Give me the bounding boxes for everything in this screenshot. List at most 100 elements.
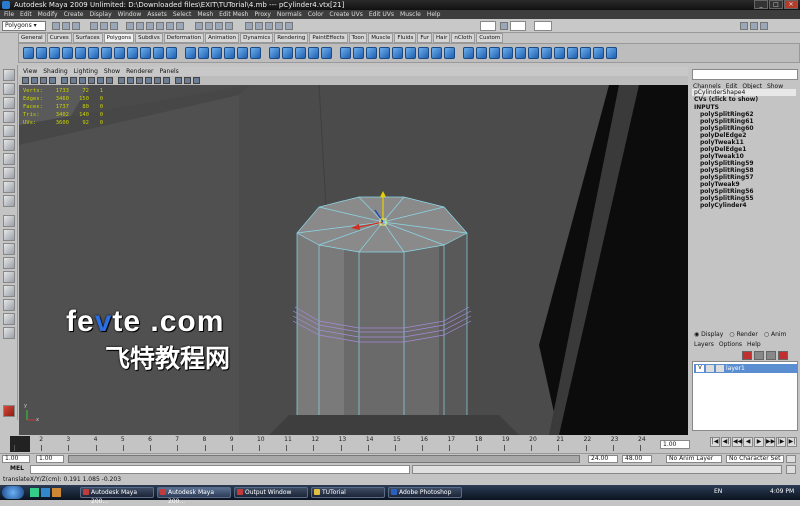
poly-cube-icon[interactable]	[36, 47, 47, 59]
subdivide-icon[interactable]	[580, 47, 591, 59]
checker-icon[interactable]	[528, 47, 539, 59]
poly-cone-icon[interactable]	[62, 47, 73, 59]
layout-persp-hypershade-icon[interactable]	[3, 285, 15, 297]
layer-menu-options[interactable]: Options	[719, 341, 742, 348]
shelf-tab-subdivs[interactable]: Subdivs	[135, 33, 163, 43]
layout-hypershade-icon[interactable]	[3, 271, 15, 283]
taskbar-button[interactable]: Adobe Photoshop	[388, 487, 462, 498]
resolution-gate-icon[interactable]	[79, 77, 86, 84]
snap-grid-icon[interactable]	[195, 22, 203, 30]
layout-persp-outliner-icon[interactable]	[3, 243, 15, 255]
shelf-tab-ncloth[interactable]: nCloth	[451, 33, 476, 43]
shelf-tab-hair[interactable]: Hair	[433, 33, 451, 43]
triangulate-icon[interactable]	[308, 47, 319, 59]
script-editor-icon[interactable]	[786, 465, 796, 474]
layout-four-view-icon[interactable]	[3, 229, 15, 241]
quicklaunch-icon[interactable]	[30, 488, 39, 497]
bookmark-icon[interactable]	[40, 77, 47, 84]
quicklaunch-icon-3[interactable]	[52, 488, 61, 497]
menu-modify[interactable]: Modify	[38, 10, 58, 19]
use-all-lights-icon[interactable]	[154, 77, 161, 84]
planar-mapping-icon[interactable]	[476, 47, 487, 59]
shelf-tab-custom[interactable]: Custom	[476, 33, 504, 43]
quicklaunch-icon-2[interactable]	[41, 488, 50, 497]
toggle-channel-box-icon[interactable]	[760, 22, 768, 30]
poly-sphere-icon[interactable]	[23, 47, 34, 59]
shelf-tab-rendering[interactable]: Rendering	[274, 33, 309, 43]
input-node[interactable]: polySplitRing55	[694, 195, 800, 202]
input-line-field[interactable]	[480, 21, 496, 31]
step-back-icon[interactable]: ◀|	[721, 437, 731, 447]
anim-layer-select[interactable]: No Anim Layer	[666, 455, 722, 463]
extrude-icon[interactable]	[392, 47, 403, 59]
mel-input[interactable]	[30, 465, 410, 474]
time-slider[interactable]: 1 2 3 4 5 6 7 8 9 10 11 12 13 14 15 16 17 18 19 20 21 22 23 24	[0, 435, 690, 454]
union-icon[interactable]	[224, 47, 235, 59]
playback-end-field[interactable]: 24.00	[588, 455, 618, 463]
select-tool-icon[interactable]	[3, 69, 15, 81]
cylindrical-mapping-icon[interactable]	[489, 47, 500, 59]
duplicate-face-icon[interactable]	[567, 47, 578, 59]
menu-edit-mesh[interactable]: Edit Mesh	[219, 10, 248, 19]
viewport-menu-lighting[interactable]: Lighting	[74, 67, 98, 76]
start-button[interactable]	[2, 486, 24, 499]
input-node[interactable]: polySplitRing60	[694, 125, 800, 132]
offset-edge-loop-icon[interactable]	[379, 47, 390, 59]
shadows-icon[interactable]	[163, 77, 170, 84]
taskbar-button[interactable]: Autodesk Maya 200...	[80, 487, 154, 505]
shelf-tab-surfaces[interactable]: Surfaces	[72, 33, 103, 43]
collapse-icon[interactable]	[444, 47, 455, 59]
poly-helix-icon[interactable]	[140, 47, 151, 59]
input-line-field-3[interactable]	[534, 21, 552, 31]
step-forward-icon[interactable]: |▶	[776, 437, 786, 447]
camera-attributes-icon[interactable]	[31, 77, 38, 84]
shape-node-name[interactable]: pCylinderShape4	[692, 89, 796, 96]
rotate-tool-icon[interactable]	[3, 125, 15, 137]
layer-menu-help[interactable]: Help	[747, 341, 761, 348]
wireframe-on-shaded-icon[interactable]	[136, 77, 143, 84]
poly-pipe-icon[interactable]	[127, 47, 138, 59]
difference-icon[interactable]	[237, 47, 248, 59]
start-time-field[interactable]: 1.00	[2, 455, 30, 463]
input-node[interactable]: polySplitRing62	[694, 111, 800, 118]
uv-editor-icon[interactable]	[463, 47, 474, 59]
xray-joints-icon[interactable]	[193, 77, 200, 84]
layer-name[interactable]: layer1	[726, 365, 745, 372]
wedge-face-icon[interactable]	[606, 47, 617, 59]
camera-select-icon[interactable]	[22, 77, 29, 84]
step-back-key-icon[interactable]: ◀◀	[732, 437, 742, 447]
select-hierarchy-icon[interactable]	[90, 22, 98, 30]
menu-edit[interactable]: Edit	[20, 10, 32, 19]
input-line-field-2[interactable]	[510, 21, 526, 31]
gate-mask-icon[interactable]	[88, 77, 95, 84]
show-manipulator-icon[interactable]	[3, 181, 15, 193]
insert-edge-loop-icon[interactable]	[366, 47, 377, 59]
close-button[interactable]: ✕	[784, 0, 798, 9]
play-back-icon[interactable]: ◀	[743, 437, 753, 447]
merge-icon[interactable]	[431, 47, 442, 59]
combine-icon[interactable]	[185, 47, 196, 59]
film-gate-icon[interactable]	[70, 77, 77, 84]
render-settings-icon[interactable]	[285, 22, 293, 30]
new-layer-icon[interactable]	[742, 351, 752, 360]
shelf-tab-deformation[interactable]: Deformation	[163, 33, 205, 43]
viewport-menu-show[interactable]: Show	[104, 67, 120, 76]
reduce-icon[interactable]	[295, 47, 306, 59]
history-icon[interactable]	[245, 22, 253, 30]
universal-manipulator-icon[interactable]	[3, 153, 15, 165]
shelf-tab-muscle[interactable]: Muscle	[368, 33, 394, 43]
shelf-tab-animation[interactable]: Animation	[205, 33, 240, 43]
textured-icon[interactable]	[145, 77, 152, 84]
smooth-icon[interactable]	[282, 47, 293, 59]
current-frame-field[interactable]: 1.00	[660, 440, 690, 449]
shelf-tab-painteffects[interactable]: PaintEffects	[309, 33, 348, 43]
menu-color[interactable]: Color	[308, 10, 324, 19]
open-scene-icon[interactable]	[62, 22, 70, 30]
poly-soccer-ball-icon[interactable]	[153, 47, 164, 59]
viewport-menu-panels[interactable]: Panels	[159, 67, 178, 76]
separate-icon[interactable]	[198, 47, 209, 59]
play-forward-icon[interactable]: ▶	[754, 437, 764, 447]
menu-normals[interactable]: Normals	[277, 10, 302, 19]
smooth-shade-icon[interactable]	[127, 77, 134, 84]
field-chart-icon[interactable]	[97, 77, 104, 84]
